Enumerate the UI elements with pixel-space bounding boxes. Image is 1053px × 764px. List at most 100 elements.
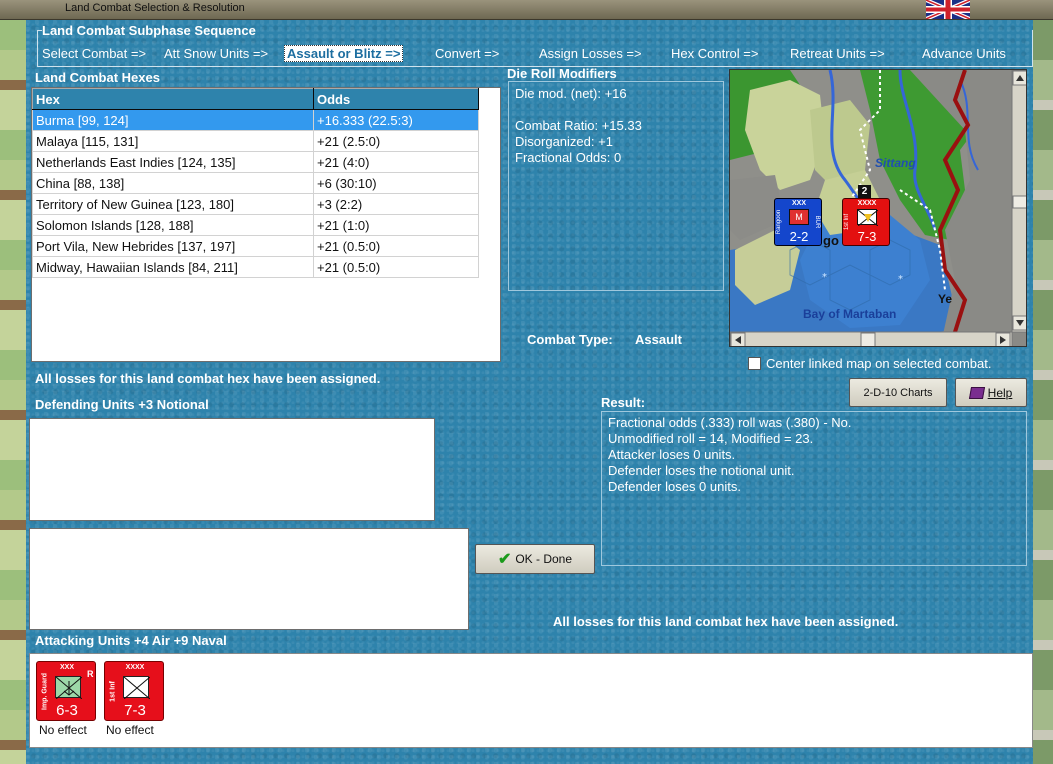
defending-units-panel-2[interactable] [29,528,469,630]
result-title: Result: [601,395,646,410]
result-line: Fractional odds (.333) roll was (.380) -… [608,415,852,430]
center-linked-map-checkbox[interactable] [748,357,761,370]
unit-corp: XXXX [857,200,877,207]
attacking-unit-imp-guard[interactable]: XXX Imp. Guard R 6-3 [36,661,96,721]
odds-cell: +21 (0.5:0) [313,235,479,257]
column-header-odds[interactable]: Odds [313,88,479,110]
odds-cell: +21 (0.5:0) [313,256,479,278]
result-line: Defender loses 0 units. [608,479,741,494]
unit-strength: 7-3 [857,229,877,244]
table-row[interactable]: Midway, Hawaiian Islands [84, 211] +21 (0… [32,256,479,278]
background-map-left [0,20,26,764]
armor-symbol-icon: M [789,209,809,225]
ok-done-label: OK - Done [515,552,573,566]
result-line: Defender loses the notional unit. [608,463,795,478]
unit-strength: 6-3 [56,702,78,719]
step-att-snow-units[interactable]: Att Snow Units => [164,46,268,61]
hexes-table-panel: Hex Odds Burma [99, 124] +16.333 (22.5:3)… [31,87,501,362]
stack-count-badge: 2 [858,185,871,198]
odds-cell: +3 (2:2) [313,193,479,215]
linked-map[interactable]: * * Sittang Bay of Martaban Ye go XXX Ra… [729,69,1027,347]
map-label-sittang: Sittang [875,156,916,170]
infantry-symbol-icon [123,676,151,700]
drm-line: Combat Ratio: +15.33 [515,118,642,133]
unit-status: No effect [39,723,87,737]
charts-button[interactable]: 2-D-10 Charts [849,378,947,407]
table-row[interactable]: Netherlands East Indies [124, 135] +21 (4… [32,151,479,173]
result-line: Unmodified roll = 14, Modified = 23. [608,431,814,446]
odds-cell: +6 (30:10) [313,172,479,194]
drm-panel: Die mod. (net): +16 Combat Ratio: +15.33… [508,81,724,291]
unit-corp: XXXX [125,664,145,671]
infantry-symbol-icon [857,209,879,227]
hex-cell: Solomon Islands [128, 188] [32,214,314,236]
step-assault-or-blitz[interactable]: Assault or Blitz => [284,45,404,62]
svg-text:*: * [822,272,827,283]
odds-cell: +16.333 (22.5:3) [313,109,479,131]
help-label: Help [987,385,1013,400]
result-panel: Fractional odds (.333) roll was (.380) -… [601,411,1027,566]
losses-message-bottom: All losses for this land combat hex have… [553,614,899,629]
step-hex-control[interactable]: Hex Control => [671,46,758,61]
losses-message-top: All losses for this land combat hex have… [35,371,381,386]
drm-title: Die Roll Modifiers [507,66,617,81]
attacking-title: Attacking Units +4 Air +9 Naval [35,633,227,648]
step-convert[interactable]: Convert => [435,46,499,61]
hex-cell: Burma [99, 124] [32,109,314,131]
table-row[interactable]: Malaya [115, 131] +21 (2.5:0) [32,130,479,152]
drm-line: Die mod. (net): +16 [515,86,627,101]
drm-line: Disorganized: +1 [515,134,613,149]
table-row[interactable]: Territory of New Guinea [123, 180] +3 (2:… [32,193,479,215]
sequence-title: Land Combat Subphase Sequence [42,23,256,38]
map-label-ye: Ye [938,292,953,306]
hex-cell: Midway, Hawaiian Islands [84, 211] [32,256,314,278]
odds-cell: +21 (2.5:0) [313,130,479,152]
attacking-unit-1st-inf[interactable]: XXXX 1st Inf 7-3 [104,661,164,721]
uk-flag-icon [926,0,970,19]
map-label-go: go [823,233,839,248]
table-row[interactable]: Burma [99, 124] +16.333 (22.5:3) [32,109,479,131]
center-linked-map-label[interactable]: Center linked map on selected combat. [766,356,991,371]
unit-strength: 2-2 [789,229,809,244]
map-label-bay: Bay of Martaban [803,307,897,321]
odds-cell: +21 (4:0) [313,151,479,173]
help-button[interactable]: Help [955,378,1027,407]
step-retreat-units[interactable]: Retreat Units => [790,46,885,61]
result-line: Attacker loses 0 units. [608,447,736,462]
checkmark-icon: ✔ [497,551,512,568]
step-assign-losses[interactable]: Assign Losses => [539,46,642,61]
column-header-hex[interactable]: Hex [32,88,314,110]
map-unit-1st-inf[interactable]: XXXX 1st Inf 7-3 [842,198,890,246]
hex-cell: Malaya [115, 131] [32,130,314,152]
step-advance-units[interactable]: Advance Units [922,46,1006,61]
combat-type-label: Combat Type: [527,332,613,347]
defending-title: Defending Units +3 Notional [35,397,209,412]
combat-type-value: Assault [635,332,682,347]
hex-cell: Port Vila, New Hebrides [137, 197] [32,235,314,257]
hex-cell: China [88, 138] [32,172,314,194]
table-row[interactable]: Port Vila, New Hebrides [137, 197] +21 (0… [32,235,479,257]
defending-units-panel[interactable] [29,418,435,521]
odds-cell: +21 (1:0) [313,214,479,236]
unit-flag: R [87,669,94,679]
ok-done-button[interactable]: ✔ OK - Done [475,544,595,574]
svg-text:*: * [898,274,903,285]
drm-line [515,102,717,118]
step-select-combat[interactable]: Select Combat => [42,46,146,61]
window-title: Land Combat Selection & Resolution [65,2,245,14]
hex-cell: Netherlands East Indies [124, 135] [32,151,314,173]
hex-cell: Territory of New Guinea [123, 180] [32,193,314,215]
map-unit-rangoon[interactable]: XXX Rangoon BUR M 2-2 [774,198,822,246]
book-icon [968,386,985,399]
table-row[interactable]: Solomon Islands [128, 188] +21 (1:0) [32,214,479,236]
hexes-table: Hex Odds Burma [99, 124] +16.333 (22.5:3)… [32,88,479,278]
unit-status: No effect [106,723,154,737]
drm-line: Fractional Odds: 0 [515,150,622,165]
attacking-units-panel [29,653,1033,748]
title-bar: Land Combat Selection & Resolution [0,0,1053,20]
unit-corp: XXX [791,200,806,207]
background-map-right [1033,20,1053,764]
table-row[interactable]: China [88, 138] +6 (30:10) [32,172,479,194]
mountain-infantry-symbol-icon [55,676,83,700]
hexes-title: Land Combat Hexes [35,70,160,85]
